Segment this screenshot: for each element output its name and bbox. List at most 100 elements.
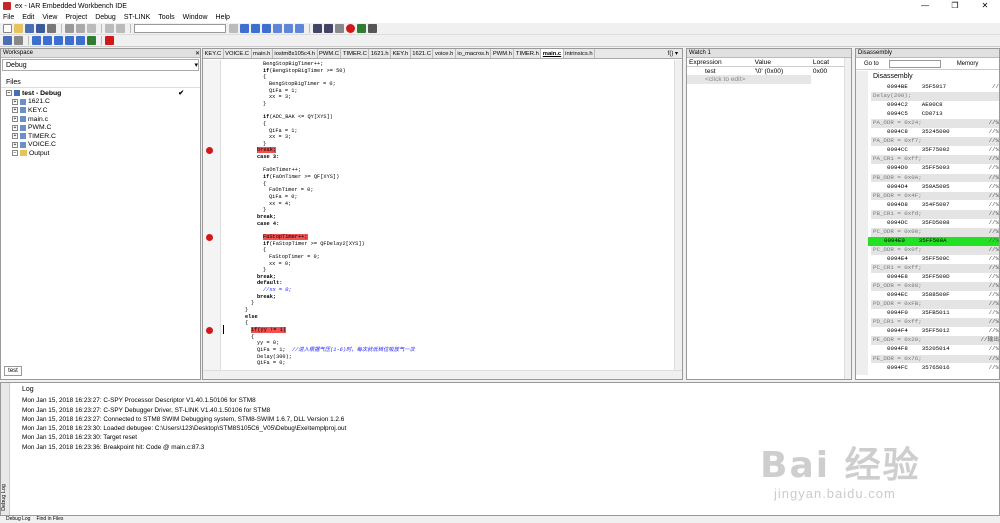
make-icon[interactable] (324, 24, 333, 33)
watch-scrollbar[interactable] (844, 58, 851, 379)
editor-tab[interactable]: voice.h (433, 49, 456, 58)
editor-tab[interactable]: KEY.C (203, 49, 224, 58)
col-value[interactable]: Value (752, 58, 811, 67)
menu-edit[interactable]: Edit (22, 14, 34, 21)
breakpoint-toggle-icon[interactable] (346, 24, 355, 33)
code-line[interactable]: if(FaOnTimer >= QF[XYS]) (263, 174, 339, 181)
undo-icon[interactable] (105, 24, 114, 33)
watch-row[interactable]: test '\0' (0x00) 0x00 (687, 67, 847, 76)
disassembly-code-line[interactable]: 0094F8 35205014 //% (871, 345, 999, 354)
goto-input[interactable] (888, 59, 941, 68)
next-statement-icon[interactable] (65, 36, 74, 45)
editor-horizontal-scrollbar[interactable] (203, 370, 682, 379)
copy-icon[interactable] (76, 24, 85, 33)
step-out-icon[interactable] (54, 36, 63, 45)
save-all-icon[interactable] (36, 24, 45, 33)
download-debug-icon[interactable] (357, 24, 366, 33)
save-icon[interactable] (25, 24, 34, 33)
code-line[interactable]: case 4: (257, 221, 279, 228)
editor-tab[interactable]: KEY.h (391, 49, 411, 58)
minimize-button[interactable]: — (910, 0, 940, 12)
function-list-button[interactable]: f() ▾ (664, 49, 682, 58)
find-prev-icon[interactable] (251, 24, 260, 33)
editor-tab[interactable]: VOICE.C (224, 49, 252, 58)
menu-window[interactable]: Window (183, 14, 208, 21)
watch-expr[interactable]: test (687, 67, 753, 76)
code-line[interactable]: { (263, 247, 266, 254)
code-line[interactable]: { (263, 181, 266, 188)
disassembly-code-line[interactable]: 0094E8 35FF500D //% (871, 273, 999, 282)
cut-icon[interactable] (65, 24, 74, 33)
disassembly-source-line[interactable]: PB_CR1 = 0xfd; //% (871, 209, 999, 219)
tree-folder[interactable]: − Output (6, 149, 200, 158)
disassembly-code-line[interactable]: 0094D8 354F5007 //% (871, 201, 999, 210)
run-to-cursor-icon[interactable] (76, 36, 85, 45)
editor-tab[interactable]: intrinsics.h (564, 49, 596, 58)
disassembly-source-line[interactable]: PD_ODR = 0x88; //% (871, 282, 999, 291)
find-next-icon[interactable] (240, 24, 249, 33)
editor-tab-active[interactable]: main.c (541, 49, 564, 58)
disassembly-code-line[interactable]: 0094D0 35FF5003 //% (871, 164, 999, 173)
disassembly-source-line[interactable]: PE_ODR = 0x20; //输出 (871, 336, 999, 346)
expand-icon[interactable]: + (12, 116, 18, 123)
redo-icon[interactable] (116, 24, 125, 33)
editor-tab[interactable]: main.h (252, 49, 273, 58)
code-line[interactable]: { (263, 121, 266, 128)
disassembly-code-line[interactable]: 0094F0 35FB5011 //% (871, 309, 999, 318)
disassembly-source-line[interactable]: PE_DDR = 0x76; //% (871, 354, 999, 364)
code-line[interactable]: { (245, 320, 248, 327)
memory-select[interactable]: Memory (957, 61, 979, 67)
reset-icon[interactable] (3, 36, 12, 45)
print-icon[interactable] (47, 24, 56, 33)
tree-file[interactable]: + PWM.C (6, 123, 200, 132)
editor-tab[interactable]: 1621.C (411, 49, 434, 58)
editor-tab[interactable]: TIMER.C (341, 49, 370, 58)
expand-icon[interactable]: + (12, 107, 18, 114)
next-bookmark-icon[interactable] (284, 24, 293, 33)
watch-value[interactable]: '\0' (0x00) (753, 67, 811, 76)
expand-icon[interactable]: + (12, 124, 18, 131)
disassembly-code-line[interactable]: 0094F4 35FF5012 //% (871, 327, 999, 336)
paste-icon[interactable] (87, 24, 96, 33)
new-file-icon[interactable] (3, 24, 12, 33)
code-line[interactable]: xx = 3; (269, 94, 291, 101)
disassembly-code-line[interactable]: 0094BE 35F5017 // (871, 83, 999, 92)
code-line[interactable]: { (251, 334, 254, 341)
code-line[interactable]: if(FaStopTimer >= QFDelay2[XYS]) (263, 241, 365, 248)
editor-tab[interactable]: io_macros.h (456, 49, 492, 58)
code-line[interactable]: { (263, 74, 266, 81)
disassembly-source-line[interactable]: PC_ODR = 0x00; //% (871, 227, 999, 237)
menu-debug[interactable]: Debug (95, 14, 116, 21)
code-area[interactable]: BengStopBigTimer++; if(BengStopBigTimer >… (229, 61, 669, 369)
find-icon[interactable] (229, 24, 238, 33)
disassembly-source-line[interactable]: PA_ODR = 0x24; //% (871, 119, 999, 129)
tree-project[interactable]: − test - Debug ✔ (6, 89, 184, 98)
editor-tab[interactable]: TIMER.h (514, 49, 542, 58)
disassembly-code-line[interactable]: 0094D4 350A5005 //% (871, 183, 999, 192)
step-over-icon[interactable] (32, 36, 41, 45)
tab-find-in-files[interactable]: Find in Files (36, 516, 63, 523)
disassembly-source-line[interactable]: PD_CR1 = 0xff; //% (871, 318, 999, 328)
menu-help[interactable]: Help (216, 14, 230, 21)
close-icon[interactable]: ✕ (195, 50, 200, 57)
editor-tab[interactable]: iostm8s105c4.h (273, 49, 318, 58)
disassembly-code-line[interactable]: 0094C8 35245000 //% (871, 128, 999, 137)
code-line[interactable]: if(BengStopBigTimer >= 50) (263, 68, 346, 75)
maximize-button[interactable]: ❐ (940, 0, 970, 12)
workspace-tab-test[interactable]: test (4, 366, 22, 376)
col-location[interactable]: Locat (810, 58, 847, 67)
code-line[interactable]: xx = 0; (269, 261, 291, 268)
code-line[interactable]: xx = 3; (269, 134, 291, 141)
breakpoint-gutter[interactable] (203, 60, 221, 370)
disassembly-source-line[interactable]: PD_DDR = 0xFB; //% (871, 300, 999, 310)
disassembly-code-line[interactable]: 0094E0 35FF500A //% (868, 236, 999, 246)
goto-icon[interactable] (262, 24, 271, 33)
stop-build-icon[interactable] (335, 24, 344, 33)
tab-debug-log[interactable]: Debug Log (6, 516, 30, 523)
code-line[interactable]: xx = 4; (269, 201, 291, 208)
find-combo[interactable] (134, 24, 226, 33)
breakpoint-icon[interactable] (206, 147, 213, 155)
disassembly-code-line[interactable]: 0094C5 CD0713 (871, 110, 999, 119)
menu-view[interactable]: View (42, 14, 57, 21)
log-side-tab[interactable]: Debug Log (1, 383, 10, 515)
